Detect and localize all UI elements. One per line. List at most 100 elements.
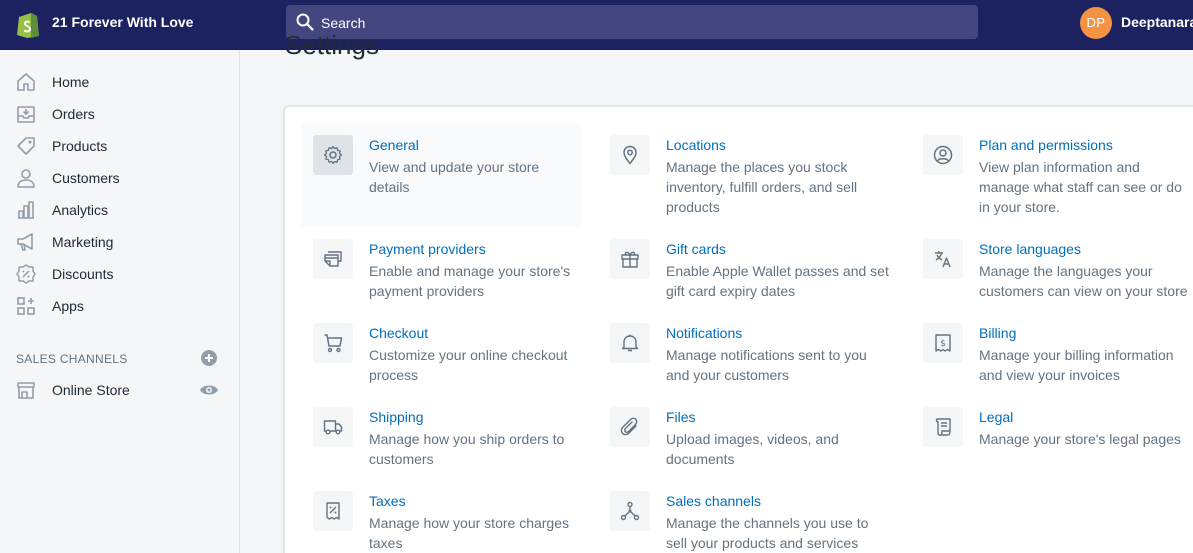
setting-payment-providers[interactable]: Payment providers Enable and manage your… <box>301 227 581 311</box>
billing-icon: $ <box>935 334 951 352</box>
translate-icon <box>935 251 951 268</box>
setting-icon-box <box>923 239 963 279</box>
setting-title[interactable]: Shipping <box>369 409 424 425</box>
sales-channels-heading: SALES CHANNELS <box>16 352 128 366</box>
sidebar-item-label: Products <box>52 138 108 154</box>
setting-title[interactable]: Checkout <box>369 325 428 341</box>
bar-chart-icon <box>18 201 34 219</box>
search-bar[interactable]: Search <box>286 5 978 39</box>
setting-description: View and update your store details <box>369 159 540 195</box>
setting-title[interactable]: Gift cards <box>666 241 726 257</box>
setting-description: Manage notifications sent to you and you… <box>666 347 867 383</box>
gift-icon <box>621 251 639 268</box>
search-input[interactable]: Search <box>321 15 365 31</box>
setting-icon-box <box>610 323 650 363</box>
setting-billing[interactable]: $ Billing Manage your billing informatio… <box>911 311 1193 395</box>
sidebar-item-customers[interactable]: Customers <box>0 162 239 194</box>
sidebar-item-analytics[interactable]: Analytics <box>0 194 239 226</box>
discount-icon <box>16 264 36 284</box>
sales-channels-icon <box>620 501 640 521</box>
setting-title[interactable]: Payment providers <box>369 241 486 257</box>
sidebar-item-home[interactable]: Home <box>0 66 239 98</box>
cart-icon <box>324 334 343 353</box>
paperclip-icon <box>620 417 638 436</box>
setting-locations[interactable]: Locations Manage the places you stock in… <box>598 123 898 227</box>
setting-description: Manage the channels you use to sell your… <box>666 515 869 551</box>
setting-icon-box <box>313 135 353 175</box>
store-icon <box>17 382 35 399</box>
setting-icon-box <box>610 135 650 175</box>
setting-title[interactable]: Billing <box>979 325 1016 341</box>
setting-plan-and-permissions[interactable]: Plan and permissions View plan informati… <box>911 123 1193 227</box>
setting-title[interactable]: Legal <box>979 409 1013 425</box>
setting-icon-box <box>313 407 353 447</box>
sidebar-item-apps[interactable]: Apps <box>0 290 239 322</box>
search-icon <box>296 13 314 31</box>
top-bar: 21 Forever With Love Search DP Deeptanar… <box>0 0 1193 50</box>
setting-title[interactable]: General <box>369 137 419 153</box>
setting-description: Manage your store's legal pages <box>979 431 1181 447</box>
page-title: Settings <box>285 30 379 60</box>
shopify-logo-icon[interactable] <box>15 9 41 39</box>
svg-text:$: $ <box>940 339 946 349</box>
setting-icon-box <box>313 491 353 531</box>
sidebar-item-label: Home <box>52 74 90 90</box>
setting-description: Customize your online checkout process <box>369 347 568 383</box>
setting-title[interactable]: Notifications <box>666 325 742 341</box>
add-sales-channel-icon[interactable] <box>200 349 218 367</box>
sidebar-item-orders[interactable]: Orders <box>0 98 239 130</box>
setting-title[interactable]: Locations <box>666 137 726 153</box>
setting-shipping[interactable]: Shipping Manage how you ship orders to c… <box>301 395 581 479</box>
setting-description: Upload images, videos, and documents <box>666 431 839 467</box>
setting-title[interactable]: Store languages <box>979 241 1081 257</box>
setting-icon-box: $ <box>923 323 963 363</box>
user-name[interactable]: Deeptanara <box>1121 14 1193 30</box>
setting-checkout[interactable]: Checkout Customize your online checkout … <box>301 311 581 395</box>
setting-title[interactable]: Sales channels <box>666 493 761 509</box>
sidebar-item-label: Orders <box>52 106 95 122</box>
setting-icon-box <box>923 135 963 175</box>
tag-icon <box>17 137 35 155</box>
setting-description: View plan information and manage what st… <box>979 159 1182 215</box>
setting-description: Enable Apple Wallet passes and set gift … <box>666 263 889 299</box>
sidebar-item-discounts[interactable]: Discounts <box>0 258 239 290</box>
setting-store-languages[interactable]: Store languages Manage the languages you… <box>911 227 1193 311</box>
orders-icon <box>17 106 35 123</box>
setting-description: Manage the places you stock inventory, f… <box>666 159 858 215</box>
bell-icon <box>621 334 639 352</box>
setting-icon-box <box>923 407 963 447</box>
account-icon <box>933 145 953 165</box>
setting-files[interactable]: Files Upload images, videos, and documen… <box>598 395 898 479</box>
sidebar: Home Orders Products Customers Analytics… <box>0 50 240 553</box>
setting-notifications[interactable]: Notifications Manage notifications sent … <box>598 311 898 395</box>
settings-card: General View and update your store detai… <box>284 106 1193 553</box>
setting-title[interactable]: Files <box>666 409 696 425</box>
setting-description: Manage how your store charges taxes <box>369 515 569 551</box>
setting-general[interactable]: General View and update your store detai… <box>301 123 581 227</box>
setting-title[interactable]: Plan and permissions <box>979 137 1113 153</box>
gear-icon <box>323 145 343 165</box>
sidebar-item-label: Apps <box>52 298 84 314</box>
tax-receipt-icon <box>326 502 340 520</box>
person-icon <box>17 169 35 188</box>
setting-legal[interactable]: Legal Manage your store's legal pages <box>911 395 1193 479</box>
store-name[interactable]: 21 Forever With Love <box>52 14 193 30</box>
setting-taxes[interactable]: Taxes Manage how your store charges taxe… <box>301 479 581 553</box>
avatar[interactable]: DP <box>1080 7 1112 39</box>
setting-icon-box <box>313 239 353 279</box>
setting-icon-box <box>610 491 650 531</box>
setting-title[interactable]: Taxes <box>369 493 406 509</box>
sidebar-item-label: Marketing <box>52 234 114 250</box>
megaphone-icon <box>17 233 33 251</box>
setting-description: Manage your billing information and view… <box>979 347 1174 383</box>
legal-icon <box>935 418 951 436</box>
setting-gift-cards[interactable]: Gift cards Enable Apple Wallet passes an… <box>598 227 898 311</box>
sidebar-item-products[interactable]: Products <box>0 130 239 162</box>
setting-sales-channels[interactable]: Sales channels Manage the channels you u… <box>598 479 898 553</box>
sidebar-item-label: Discounts <box>52 266 114 282</box>
eye-icon[interactable] <box>199 382 219 398</box>
sidebar-item-label: Online Store <box>52 382 130 398</box>
sidebar-item-marketing[interactable]: Marketing <box>0 226 239 258</box>
setting-icon-box <box>313 323 353 363</box>
setting-description: Manage the languages your customers can … <box>979 263 1188 299</box>
